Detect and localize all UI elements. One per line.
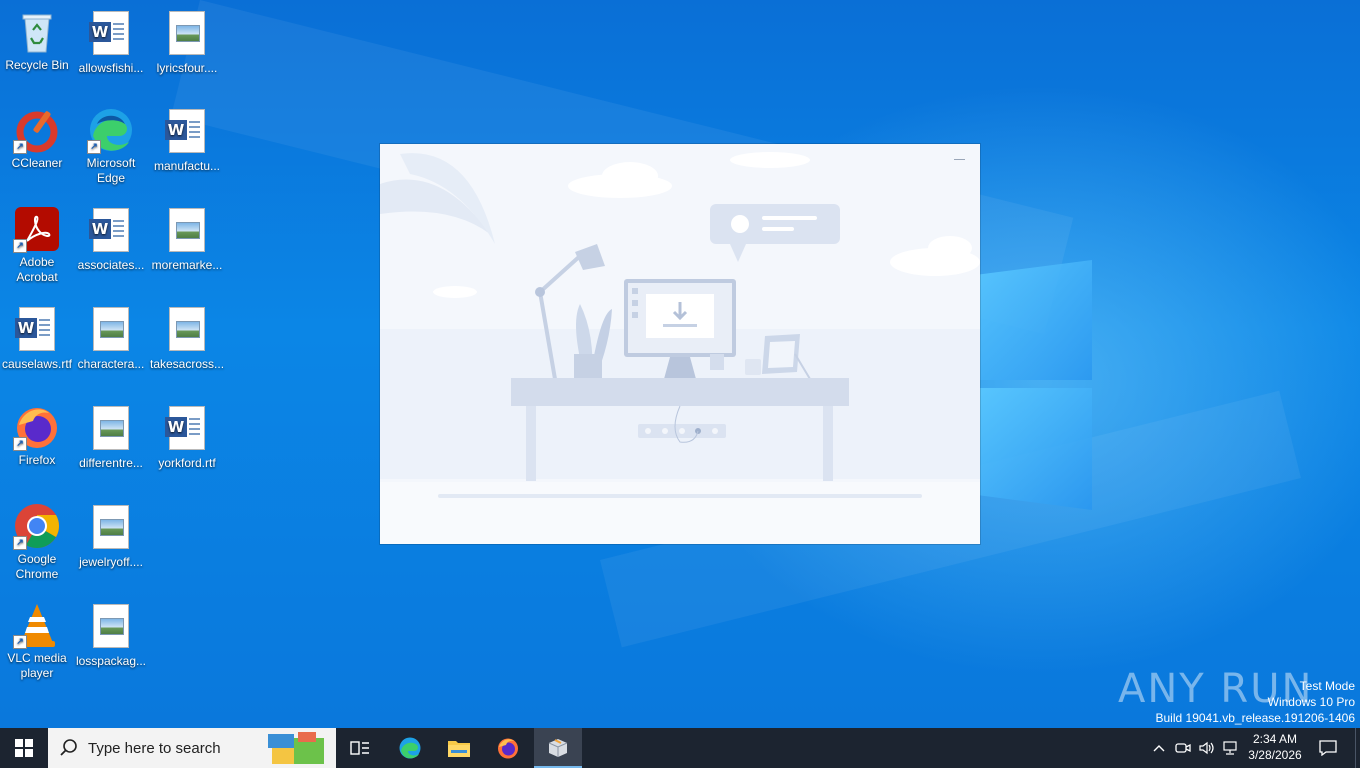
icon-label: Microsoft Edge [86,156,136,185]
icon-label: manufactu... [153,159,221,173]
watermark-line3: Build 19041.vb_release.191206-1406 [1155,711,1356,725]
installer-window[interactable] [380,144,980,544]
taskbar-edge-button[interactable] [390,728,430,768]
installer-box-icon [548,739,568,757]
clock-time: 2:34 AM [1252,732,1298,746]
icon-label: jewelryoff.... [79,555,143,569]
action-center-button[interactable] [1310,728,1346,768]
image-file-icon[interactable]: lyricsfour.... [150,8,224,76]
folder-icon [448,741,470,757]
clock-date: 3/28/2026 [1248,748,1302,762]
google-chrome-icon[interactable]: ↗ Google Chrome [0,502,74,582]
clock[interactable]: 2:34 AM 3/28/2026 [1246,728,1304,768]
windows-start-icon [15,739,33,757]
taskbar-file-explorer-button[interactable] [439,728,479,768]
search-highlight-icon [266,730,328,766]
camera-icon [1175,743,1191,753]
icon-label: allowsfishi... [78,61,144,75]
test-mode-watermark: Test Mode Windows 10 Pro Build 19041.vb_… [1156,678,1356,726]
edge-icon [399,737,421,759]
taskbar: Type here to search 2:34 AM 3/28/2026 [0,728,1360,768]
icon-label: Recycle Bin [5,58,69,72]
word-document-icon[interactable]: W causelaws.rtf [0,304,74,372]
windows-logo [960,255,1100,515]
word-document-icon[interactable]: W yorkford.rtf [150,403,224,471]
microsoft-edge-icon[interactable]: ↗ Microsoft Edge [74,106,148,186]
image-file-icon[interactable]: takesacross... [150,304,224,372]
show-desktop-button[interactable] [1355,728,1360,768]
taskbar-installer-button[interactable] [534,728,582,768]
network-icon [1223,741,1237,755]
volume-button[interactable] [1196,728,1218,768]
word-document-icon[interactable]: W allowsfishi... [74,8,148,76]
search-icon [60,739,77,756]
shortcut-arrow-icon: ↗ [13,635,27,649]
network-button[interactable] [1220,728,1242,768]
image-file-icon[interactable]: jewelryoff.... [74,502,148,570]
task-view-icon [350,741,369,755]
watermark-line2: Windows 10 Pro [1267,695,1355,709]
search-box[interactable]: Type here to search [48,728,336,768]
ccleaner-icon[interactable]: ↗ CCleaner [0,106,74,171]
icon-label: yorkford.rtf [158,456,216,470]
icon-label: differentre... [79,456,143,470]
image-file-icon[interactable]: differentre... [74,403,148,471]
search-placeholder: Type here to search [88,740,221,757]
shortcut-arrow-icon: ↗ [13,536,27,550]
task-view-button[interactable] [340,728,380,768]
icon-label: VLC media player [7,651,67,680]
meet-now-button[interactable] [1172,728,1194,768]
firefox-icon [498,738,518,759]
chevron-up-icon [1153,745,1165,752]
icon-label: Firefox [18,453,56,467]
adobe-acrobat-icon[interactable]: ↗ Adobe Acrobat [0,205,74,285]
icon-label: Adobe Acrobat [16,255,58,284]
icon-label: CCleaner [11,156,63,170]
image-file-icon[interactable]: losspackag... [74,601,148,669]
image-file-icon[interactable]: charactera... [74,304,148,372]
watermark-line1: Test Mode [1299,679,1355,693]
icon-label: takesacross... [150,357,225,371]
firefox-icon[interactable]: ↗ Firefox [0,403,74,468]
shortcut-arrow-icon: ↗ [13,140,27,154]
word-document-icon[interactable]: W manufactu... [150,106,224,174]
icon-label: Google Chrome [15,552,59,581]
icon-label: associates... [77,258,145,272]
shortcut-arrow-icon: ↗ [13,239,27,253]
word-document-icon[interactable]: W associates... [74,205,148,273]
recycle-bin-icon[interactable]: Recycle Bin [0,8,74,73]
show-hidden-icons-button[interactable] [1148,728,1170,768]
vlc-icon[interactable]: ↗ VLC media player [0,601,74,681]
icon-label: causelaws.rtf [1,357,73,371]
speaker-icon [1199,741,1214,755]
icon-label: losspackag... [75,654,147,668]
icon-label: moremarke... [151,258,223,272]
shortcut-arrow-icon: ↗ [87,140,101,154]
icon-label: charactera... [77,357,145,371]
desktop: Recycle Bin ↗ CCleaner ↗ Adobe Acrobat W… [0,0,1360,728]
image-file-icon[interactable]: moremarke... [150,205,224,273]
notification-icon [1319,740,1337,756]
shortcut-arrow-icon: ↗ [13,437,27,451]
taskbar-firefox-button[interactable] [488,728,528,768]
start-button[interactable] [0,728,48,768]
icon-label: lyricsfour.... [156,61,218,75]
download-illustration [380,152,980,544]
